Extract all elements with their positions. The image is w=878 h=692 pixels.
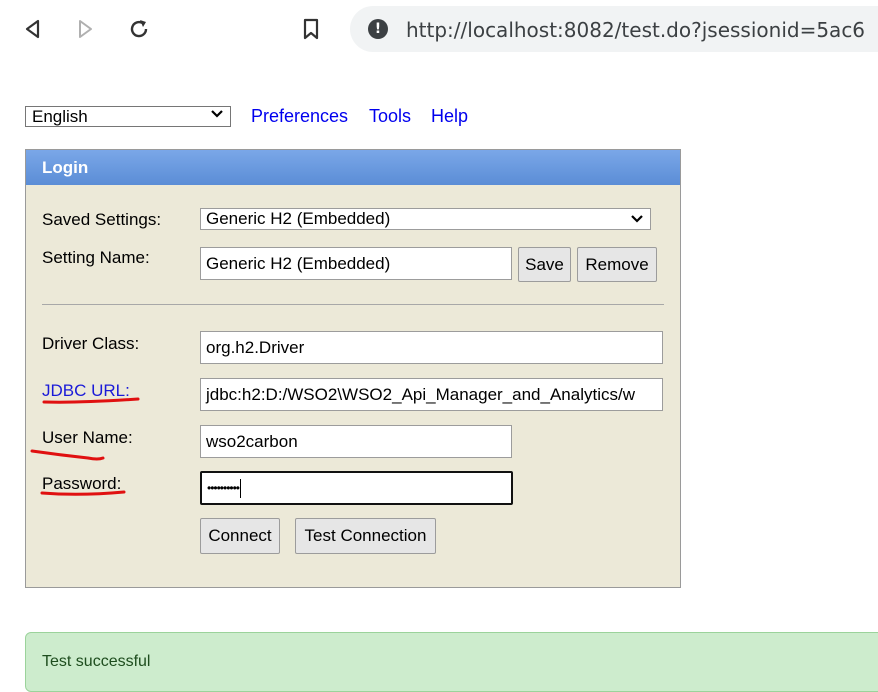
- user-name-label: User Name:: [42, 428, 133, 447]
- save-button[interactable]: Save: [518, 247, 571, 282]
- password-value: ••••••••••: [207, 481, 240, 495]
- jdbc-url-value: jdbc:h2:D:/WSO2\WSO2_Api_Manager_and_Ana…: [206, 384, 635, 404]
- help-link[interactable]: Help: [431, 106, 468, 127]
- driver-class-value: org.h2.Driver: [206, 337, 305, 357]
- saved-settings-select[interactable]: Generic H2 (Embedded): [200, 208, 651, 230]
- chevron-down-icon: [210, 107, 224, 126]
- jdbc-url-label: JDBC URL:: [42, 381, 130, 400]
- language-select[interactable]: English: [25, 106, 231, 127]
- setting-name-label: Setting Name:: [42, 248, 150, 267]
- driver-class-input[interactable]: org.h2.Driver: [200, 331, 663, 364]
- user-name-value: wso2carbon: [206, 431, 298, 451]
- language-selected-value: English: [32, 107, 88, 126]
- user-name-input[interactable]: wso2carbon: [200, 425, 512, 458]
- reload-icon[interactable]: [124, 14, 154, 44]
- info-icon[interactable]: !: [368, 19, 388, 39]
- bookmark-icon[interactable]: [296, 14, 326, 44]
- text-caret: [240, 478, 242, 498]
- setting-name-value: Generic H2 (Embedded): [206, 253, 391, 273]
- url-text[interactable]: http://localhost:8082/test.do?jsessionid…: [406, 18, 865, 42]
- jdbc-url-input[interactable]: jdbc:h2:D:/WSO2\WSO2_Api_Manager_and_Ana…: [200, 378, 663, 411]
- chevron-down-icon: [630, 212, 644, 229]
- test-result-banner: Test successful: [25, 632, 878, 692]
- login-header: Login: [26, 150, 680, 185]
- browser-toolbar: ! http://localhost:8082/test.do?jsession…: [0, 0, 878, 64]
- remove-button[interactable]: Remove: [577, 247, 657, 282]
- saved-settings-label: Saved Settings:: [42, 210, 162, 229]
- password-label: Password:: [42, 474, 122, 493]
- saved-settings-value: Generic H2 (Embedded): [206, 209, 391, 228]
- driver-class-label: Driver Class:: [42, 334, 140, 353]
- setting-name-input[interactable]: Generic H2 (Embedded): [200, 247, 512, 280]
- password-input[interactable]: ••••••••••: [200, 471, 513, 505]
- forward-icon[interactable]: [70, 14, 100, 44]
- connect-button[interactable]: Connect: [200, 518, 280, 554]
- test-connection-button[interactable]: Test Connection: [295, 518, 436, 554]
- back-icon[interactable]: [18, 14, 48, 44]
- divider: [42, 304, 664, 305]
- login-panel: Login Saved Settings: Generic H2 (Embedd…: [25, 149, 681, 588]
- preferences-link[interactable]: Preferences: [251, 106, 348, 127]
- test-result-message: Test successful: [42, 653, 151, 670]
- tools-link[interactable]: Tools: [369, 106, 411, 127]
- address-bar[interactable]: ! http://localhost:8082/test.do?jsession…: [350, 6, 878, 52]
